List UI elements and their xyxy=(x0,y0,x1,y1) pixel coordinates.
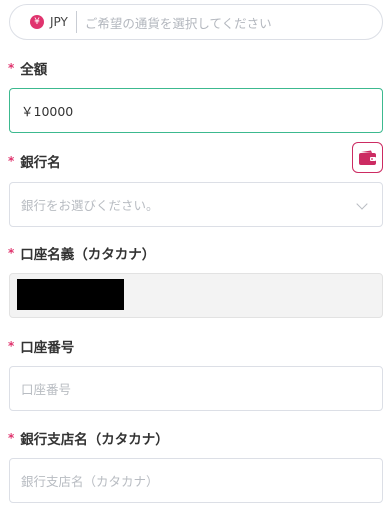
bank-name-label-row: * 銀行名 xyxy=(8,151,61,171)
account-number-placeholder: 口座番号 xyxy=(21,382,72,397)
branch-name-input[interactable]: 銀行支店名（カタカナ） xyxy=(9,458,383,503)
currency-placeholder: ご希望の通貨を選択してください xyxy=(84,15,272,31)
required-mark: * xyxy=(8,339,15,353)
redacted-block xyxy=(17,279,124,310)
required-mark: * xyxy=(8,61,15,75)
amount-input[interactable]: ￥10000 xyxy=(9,88,383,133)
required-mark: * xyxy=(8,246,15,260)
wallet-button[interactable] xyxy=(352,142,383,173)
bank-select[interactable]: 銀行をお選びください。 xyxy=(9,182,383,227)
amount-value: ￥10000 xyxy=(21,104,74,119)
required-mark: * xyxy=(8,154,15,168)
branch-name-label: 銀行支店名（カタカナ） xyxy=(20,432,169,448)
branch-name-label-row: * 銀行支店名（カタカナ） xyxy=(8,428,169,448)
bank-name-label: 銀行名 xyxy=(20,155,61,171)
currency-select[interactable]: ¥ JPY ご希望の通貨を選択してください xyxy=(9,4,383,40)
account-holder-label-row: * 口座名義（カタカナ） xyxy=(8,243,155,263)
account-number-label-row: * 口座番号 xyxy=(8,336,74,356)
required-mark: * xyxy=(8,431,15,445)
amount-label: 全額 xyxy=(20,62,48,78)
yen-badge-icon: ¥ xyxy=(30,15,44,29)
bank-select-placeholder: 銀行をお選びください。 xyxy=(21,198,159,213)
amount-label-row: * 全額 xyxy=(8,58,47,78)
currency-divider xyxy=(75,11,77,33)
wallet-icon xyxy=(359,150,376,165)
currency-code: JPY xyxy=(50,15,68,29)
chevron-down-icon xyxy=(356,198,368,210)
account-number-input[interactable]: 口座番号 xyxy=(9,366,383,411)
branch-name-placeholder: 銀行支店名（カタカナ） xyxy=(21,474,159,489)
account-holder-label: 口座名義（カタカナ） xyxy=(20,247,156,263)
account-number-label: 口座番号 xyxy=(20,340,75,356)
